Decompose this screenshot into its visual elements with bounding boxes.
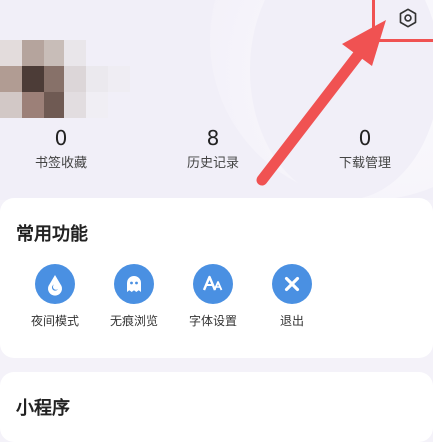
exit-icon <box>272 264 312 304</box>
font-settings-icon <box>193 264 233 304</box>
font-settings-button[interactable]: 字体设置 <box>173 264 253 328</box>
font-settings-label: 字体设置 <box>188 314 237 328</box>
avatar[interactable] <box>0 40 130 118</box>
exit-label: 退出 <box>279 314 304 328</box>
mini-programs-title: 小程序 <box>16 398 70 419</box>
bookmarks-count: 0 <box>54 126 68 150</box>
bookmarks-label: 书签收藏 <box>34 156 87 171</box>
stat-downloads[interactable]: 0 下载管理 <box>310 126 420 172</box>
common-functions-title: 常用功能 <box>16 224 88 245</box>
settings-button[interactable] <box>392 4 424 36</box>
history-count: 8 <box>206 126 220 150</box>
incognito-button[interactable]: 无痕浏览 <box>94 264 174 328</box>
incognito-label: 无痕浏览 <box>109 314 158 328</box>
downloads-count: 0 <box>358 126 372 150</box>
stat-bookmarks[interactable]: 0 书签收藏 <box>6 126 116 172</box>
incognito-ghost-icon <box>114 264 154 304</box>
night-mode-icon <box>35 264 75 304</box>
downloads-label: 下载管理 <box>338 156 391 171</box>
stat-history[interactable]: 8 历史记录 <box>158 126 268 172</box>
exit-button[interactable]: 退出 <box>252 264 332 328</box>
gear-icon <box>397 7 419 33</box>
mini-programs-card: 小程序 <box>0 372 433 442</box>
night-mode-button[interactable]: 夜间模式 <box>15 264 95 328</box>
night-mode-label: 夜间模式 <box>30 314 79 328</box>
history-label: 历史记录 <box>186 156 239 171</box>
common-functions-card: 常用功能 夜间模式 无痕浏览 字体设置 退出 <box>0 198 433 358</box>
